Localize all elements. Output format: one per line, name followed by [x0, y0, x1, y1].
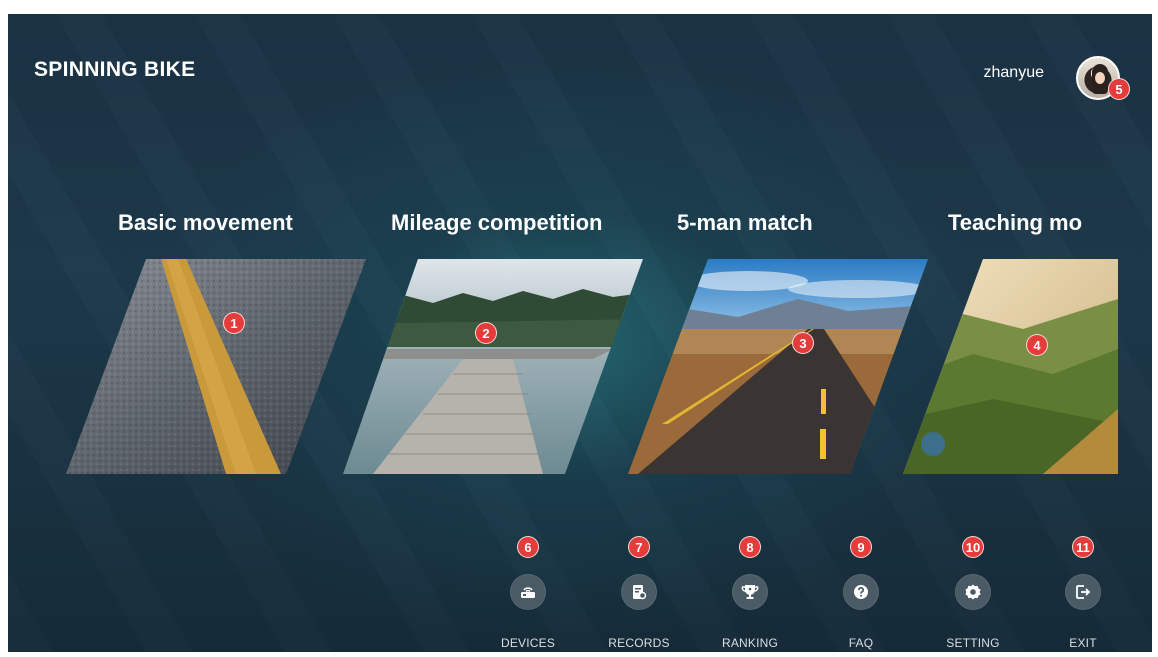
card-mileage-competition[interactable]	[343, 259, 643, 474]
lake-pier-image	[343, 259, 643, 474]
nav-label-setting: SETTING	[946, 636, 1000, 650]
nav-label-exit: EXIT	[1069, 636, 1097, 650]
card-badge-1: 1	[223, 312, 245, 334]
nav-badge-10: 10	[962, 536, 984, 558]
card-title-basic-movement: Basic movement	[118, 210, 293, 235]
card-title-5-man-match: 5-man match	[677, 210, 813, 235]
card-title-mileage-competition: Mileage competition	[391, 210, 603, 235]
trophy-icon	[732, 574, 768, 610]
nav-badge-6: 6	[517, 536, 539, 558]
question-icon	[843, 574, 879, 610]
document-search-icon	[621, 574, 657, 610]
exit-icon	[1065, 574, 1101, 610]
app-screen: SPINNING BIKE zhanyue 5 Basic movement 1…	[8, 14, 1152, 652]
asphalt-road-image	[66, 259, 366, 474]
card-badge-3: 3	[792, 332, 814, 354]
avatar-badge: 5	[1108, 78, 1130, 100]
nav-badge-8: 8	[739, 536, 761, 558]
nav-records[interactable]: 7 RECORDS	[599, 536, 679, 652]
nav-exit[interactable]: 11 EXIT	[1043, 536, 1123, 652]
nav-devices[interactable]: 6 DEVICES	[488, 536, 568, 652]
nav-faq[interactable]: 9 FAQ	[821, 536, 901, 652]
card-badge-2: 2	[475, 322, 497, 344]
app-title: SPINNING BIKE	[34, 58, 196, 81]
nav-label-ranking: RANKING	[721, 636, 779, 650]
nav-label-records: RECORDS	[608, 636, 670, 650]
nav-setting[interactable]: 10 SETTING	[933, 536, 1013, 652]
gear-icon	[955, 574, 991, 610]
nav-ranking[interactable]: 8 RANKING	[710, 536, 790, 652]
nav-badge-11: 11	[1072, 536, 1094, 558]
nav-label-faq: FAQ	[848, 636, 874, 650]
card-5-man-match[interactable]	[628, 259, 928, 474]
nav-badge-7: 7	[628, 536, 650, 558]
username[interactable]: zhanyue	[984, 64, 1045, 82]
nav-label-devices: DEVICES	[500, 636, 556, 650]
mountain-valley-image	[903, 259, 1118, 474]
card-title-teaching-mode: Teaching mo	[948, 210, 1083, 235]
card-badge-4: 4	[1026, 334, 1048, 356]
nav-badge-9: 9	[850, 536, 872, 558]
card-teaching-mode[interactable]	[903, 259, 1118, 474]
card-basic-movement[interactable]	[66, 259, 366, 474]
desert-highway-image	[628, 259, 928, 474]
router-icon	[510, 574, 546, 610]
avatar-face	[1095, 72, 1105, 84]
